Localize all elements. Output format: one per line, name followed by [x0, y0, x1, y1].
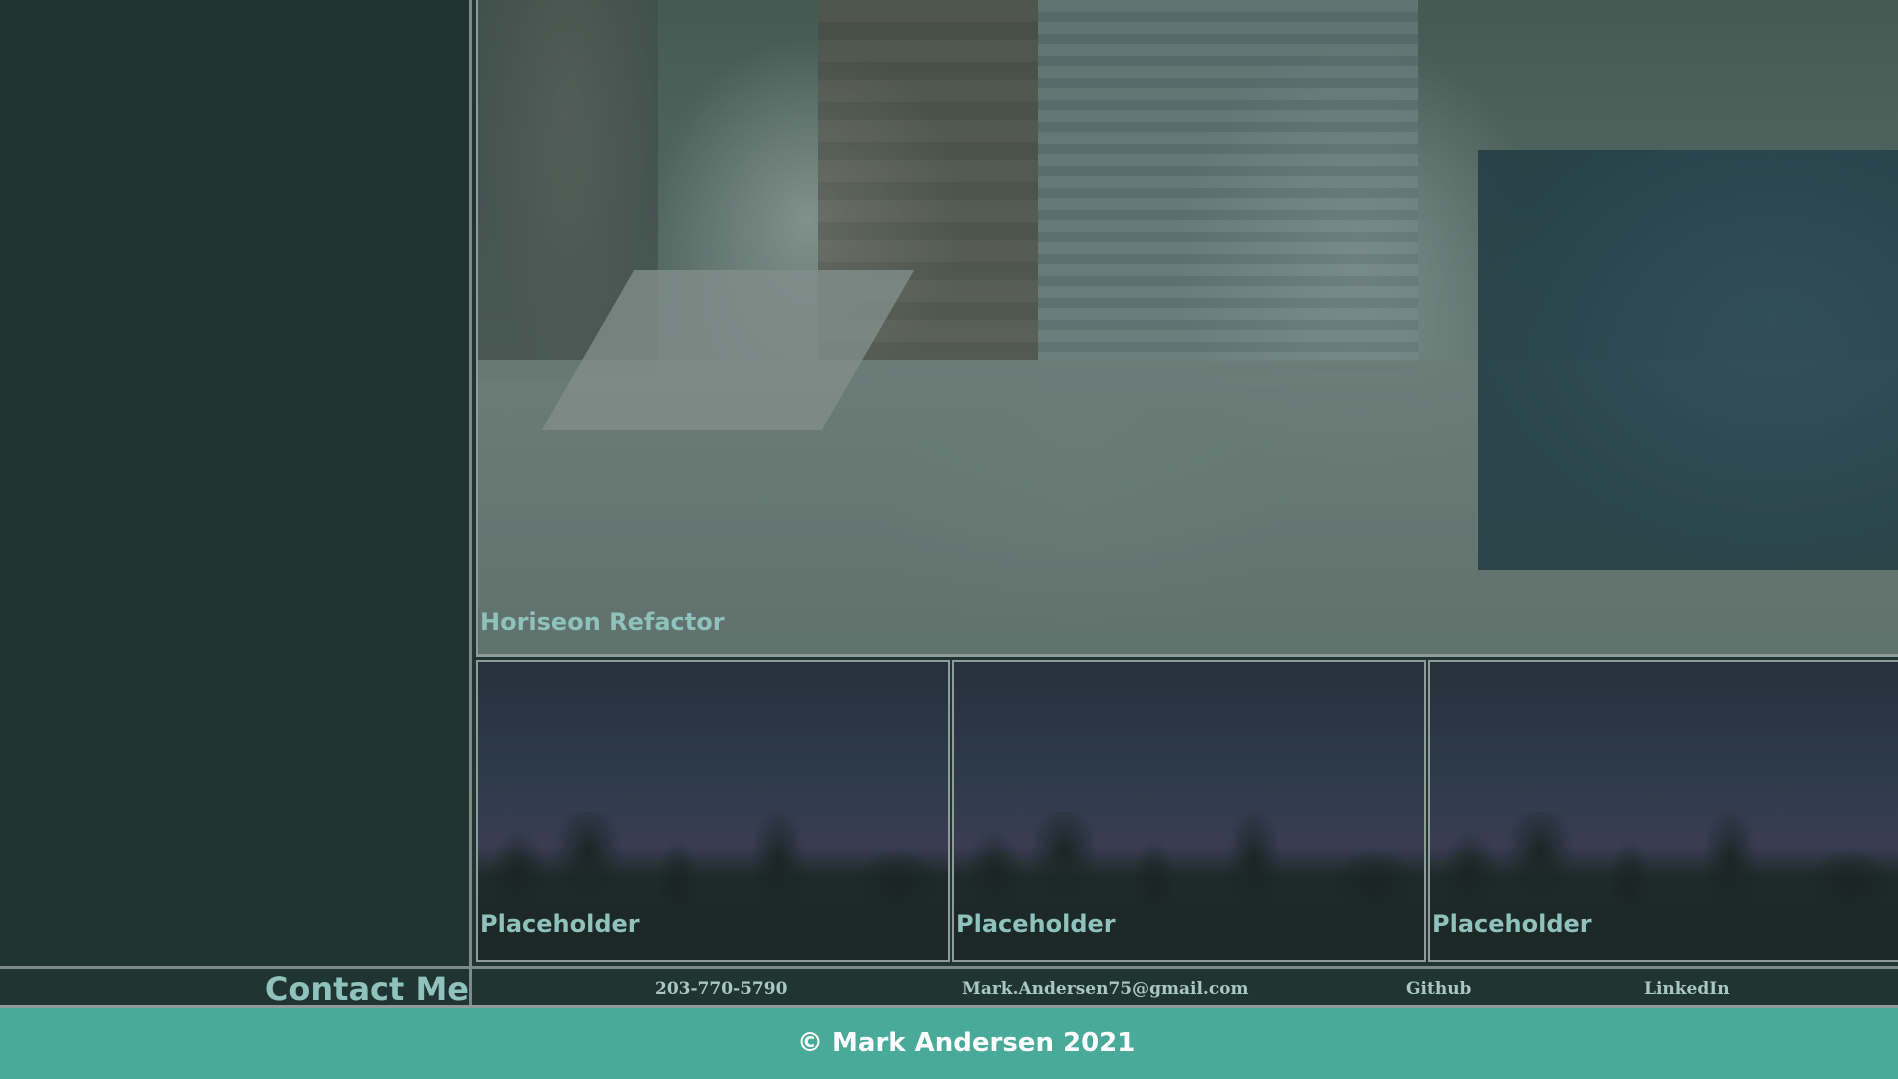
card-image [1430, 812, 1898, 922]
contact-section: Contact Me 203-770-5790 Mark.Andersen75@… [0, 966, 1898, 1008]
project-cards: Placeholder Placeholder Placeholder [476, 660, 1898, 962]
card-title[interactable]: Placeholder [480, 910, 640, 938]
card-title[interactable]: Placeholder [956, 910, 1116, 938]
card-image [478, 812, 948, 922]
linkedin-link[interactable]: LinkedIn [1644, 969, 1730, 1009]
project-card[interactable]: Placeholder [476, 660, 950, 962]
project-card[interactable]: Placeholder [952, 660, 1426, 962]
footer: © Mark Andersen 2021 [0, 1008, 1898, 1079]
card-title[interactable]: Placeholder [1432, 910, 1592, 938]
contact-heading: Contact Me [0, 969, 472, 1008]
project-card[interactable]: Placeholder [1428, 660, 1898, 962]
phone-link[interactable]: 203-770-5790 [655, 969, 787, 1009]
github-link[interactable]: Github [1406, 969, 1471, 1009]
hero-title[interactable]: Horiseon Refactor [480, 608, 725, 636]
hero-overlay [478, 0, 1898, 654]
hero-project[interactable]: Horiseon Refactor [476, 0, 1898, 657]
email-link[interactable]: Mark.Andersen75@gmail.com [962, 969, 1249, 1009]
copyright-text: © Mark Andersen 2021 [797, 1028, 1136, 1058]
sidebar [0, 0, 472, 966]
card-image [954, 812, 1424, 922]
